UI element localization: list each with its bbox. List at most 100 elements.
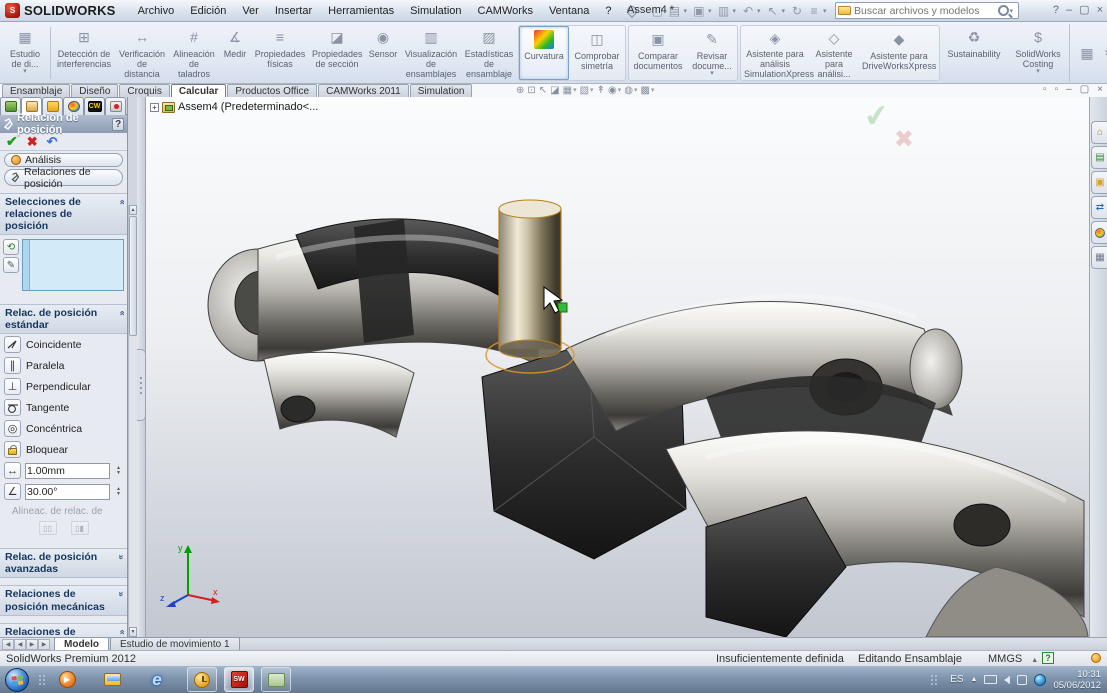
status-tag-icon[interactable] bbox=[1091, 653, 1101, 663]
ribbon-overflow[interactable]: » bbox=[1069, 24, 1107, 82]
mate-selections-listbox[interactable] bbox=[22, 239, 124, 291]
mate-coincident[interactable]: Coincidente bbox=[0, 334, 127, 355]
mate-perpendicular[interactable]: ⊥ Perpendicular bbox=[0, 376, 127, 397]
menu-camworks[interactable]: CAMWorks bbox=[470, 2, 541, 20]
assembly-statistics-button[interactable]: Estadísticas de ensamblaje bbox=[461, 24, 517, 82]
new-motion-study-button[interactable]: Estudio de di... ▾ bbox=[2, 24, 48, 82]
angle-input[interactable] bbox=[27, 486, 108, 498]
tab-croquis[interactable]: Croquis bbox=[119, 84, 169, 97]
mate-tangent[interactable]: Tangente bbox=[0, 397, 127, 418]
taskbar-clock[interactable]: 10:31 05/06/2012 bbox=[1053, 669, 1101, 691]
previous-view-icon[interactable]: ↖ bbox=[539, 85, 547, 96]
nav-first-icon[interactable]: ◀ bbox=[2, 639, 14, 650]
mates-tab-button[interactable]: Relaciones de posición bbox=[4, 169, 123, 186]
internet-explorer-button[interactable]: e bbox=[142, 667, 172, 692]
view-settings-icon[interactable]: ▩▾ bbox=[640, 85, 654, 96]
doc-close-icon[interactable]: × bbox=[1097, 84, 1103, 95]
confirmation-corner-cancel-icon[interactable]: ✖ bbox=[894, 125, 914, 154]
review-document-button[interactable]: Revisar docume... ▾ bbox=[687, 26, 737, 80]
print-icon[interactable]: ▥ bbox=[715, 4, 731, 18]
analysis-advisor-button[interactable]: Asistente para análisi... bbox=[809, 26, 859, 80]
tray-expand-icon[interactable]: ▲ bbox=[971, 676, 978, 683]
interference-detection-button[interactable]: Detección de interferencias bbox=[53, 24, 115, 82]
nav-prev-icon[interactable]: ◀ bbox=[14, 639, 26, 650]
options-icon[interactable]: ≡ bbox=[806, 4, 822, 18]
tree-expand-icon[interactable]: + bbox=[150, 103, 159, 112]
menu-simulation[interactable]: Simulation bbox=[402, 2, 469, 20]
globe-tray-icon[interactable] bbox=[1034, 674, 1046, 686]
volume-icon[interactable] bbox=[1004, 676, 1010, 684]
menu-insertar[interactable]: Insertar bbox=[267, 2, 320, 20]
section-properties-button[interactable]: Propiedades de sección bbox=[309, 24, 365, 82]
green-app-button[interactable] bbox=[261, 667, 291, 692]
search-box[interactable]: ▾ bbox=[835, 2, 1019, 19]
explorer-button[interactable] bbox=[97, 667, 127, 692]
restore-icon[interactable]: ▢ bbox=[1079, 3, 1089, 17]
task-pane-view-palette-tab[interactable]: ⇄ bbox=[1091, 196, 1107, 219]
status-help-icon[interactable]: ? bbox=[1042, 652, 1054, 664]
doc-window-icon[interactable]: ▫ bbox=[1043, 84, 1047, 95]
apply-scene-icon[interactable]: ◍▾ bbox=[624, 85, 637, 96]
section-mechanical-mates[interactable]: Relaciones de posición mecánicas » bbox=[0, 585, 127, 615]
task-pane-custom-properties-tab[interactable]: ▦ bbox=[1091, 246, 1107, 269]
panel-splitter[interactable] bbox=[137, 97, 146, 637]
solidworks-taskbar-button[interactable]: SW bbox=[224, 667, 254, 692]
spin-down-icon[interactable]: ▼ bbox=[116, 492, 121, 497]
section-mate-selections[interactable]: Selecciones de relaciones de posición » bbox=[0, 193, 127, 235]
driveworksxpress-button[interactable]: Asistente para DriveWorksXpress bbox=[859, 26, 939, 80]
mate-concentric[interactable]: ◎ Concéntrica bbox=[0, 418, 127, 439]
scroll-thumb[interactable] bbox=[129, 216, 137, 336]
pm-scrollbar[interactable]: ▲ ▼ bbox=[128, 205, 137, 637]
menu-help[interactable]: ? bbox=[597, 2, 619, 20]
display-style-icon[interactable]: ▧▾ bbox=[580, 85, 594, 96]
search-input[interactable] bbox=[854, 5, 998, 17]
simulationxpress-button[interactable]: Asistente para análisis SimulationXpress bbox=[741, 26, 809, 80]
assembly-visualization-button[interactable]: Visualización de ensamblajes bbox=[401, 24, 461, 82]
doc-restore-icon[interactable]: ▢ bbox=[1080, 84, 1089, 95]
angle-spinner[interactable]: ▲ ▼ bbox=[114, 487, 123, 497]
confirmation-corner-ok-icon[interactable]: ✔ bbox=[862, 97, 892, 135]
select-icon[interactable]: ↖ bbox=[765, 4, 781, 18]
section-standard-mates[interactable]: Relac. de posición estándar » bbox=[0, 304, 127, 334]
cancel-button[interactable]: ✖ bbox=[27, 134, 38, 150]
costing-button[interactable]: SolidWorks Costing ▾ bbox=[1007, 24, 1069, 82]
clearance-verification-button[interactable]: Verificación de distancia bbox=[115, 24, 169, 82]
hide-show-items-icon[interactable]: ↟ bbox=[597, 85, 605, 96]
feature-tree-root[interactable]: Assem4 (Predeterminado<... bbox=[178, 101, 318, 113]
nav-last-icon[interactable]: ▶ bbox=[38, 639, 50, 650]
graphics-viewport[interactable]: + Assem4 (Predeterminado<... ✔ ✖ y x z bbox=[146, 97, 1089, 637]
minimize-icon[interactable]: – bbox=[1066, 3, 1072, 17]
pm-help-button[interactable]: ? bbox=[112, 118, 124, 131]
spin-down-icon[interactable]: ▼ bbox=[116, 471, 121, 476]
help-icon[interactable]: ? bbox=[1053, 3, 1059, 17]
compare-documents-button[interactable]: Comparar documentos bbox=[629, 26, 687, 80]
units-selector[interactable]: MMGS ▲ bbox=[988, 653, 1038, 665]
menu-ver[interactable]: Ver bbox=[234, 2, 267, 20]
mass-properties-button[interactable]: Propiedades físicas bbox=[251, 24, 309, 82]
task-pane-design-library-tab[interactable]: ▤ bbox=[1091, 146, 1107, 169]
tab-productos-office[interactable]: Productos Office bbox=[227, 84, 317, 97]
nav-next-icon[interactable]: ▶ bbox=[26, 639, 38, 650]
tab-ensamblaje[interactable]: Ensamblaje bbox=[2, 84, 70, 97]
hole-alignment-button[interactable]: Alineación de taladros bbox=[169, 24, 219, 82]
device-icon[interactable] bbox=[1017, 675, 1027, 685]
model-3d-view[interactable] bbox=[146, 97, 1089, 637]
start-button[interactable] bbox=[5, 668, 29, 692]
tab-simulation[interactable]: Simulation bbox=[410, 84, 473, 97]
tab-camworks-2011[interactable]: CAMWorks 2011 bbox=[318, 84, 409, 97]
anti-aligned-icon[interactable]: ▯▮ bbox=[71, 521, 89, 535]
tab-diseno[interactable]: Diseño bbox=[71, 84, 118, 97]
section-view-icon[interactable]: ◪ bbox=[550, 85, 559, 96]
view-orientation-icon[interactable]: ▦▾ bbox=[563, 85, 577, 96]
tab-calcular[interactable]: Calcular bbox=[171, 84, 226, 97]
tab-modelo[interactable]: Modelo bbox=[54, 637, 109, 650]
scroll-up-icon[interactable]: ▲ bbox=[129, 205, 137, 215]
doc-window-icon-2[interactable]: ▫ bbox=[1055, 84, 1059, 95]
search-icon[interactable] bbox=[998, 5, 1009, 16]
menu-edicion[interactable]: Edición bbox=[182, 2, 234, 20]
mate-entities-icon[interactable]: ✎ bbox=[3, 257, 19, 273]
sensor-button[interactable]: Sensor bbox=[365, 24, 401, 82]
scroll-down-icon[interactable]: ▼ bbox=[129, 627, 137, 637]
distance-icon[interactable]: ↔ bbox=[4, 462, 21, 479]
zoom-fit-icon[interactable]: ⊕ bbox=[516, 85, 524, 96]
